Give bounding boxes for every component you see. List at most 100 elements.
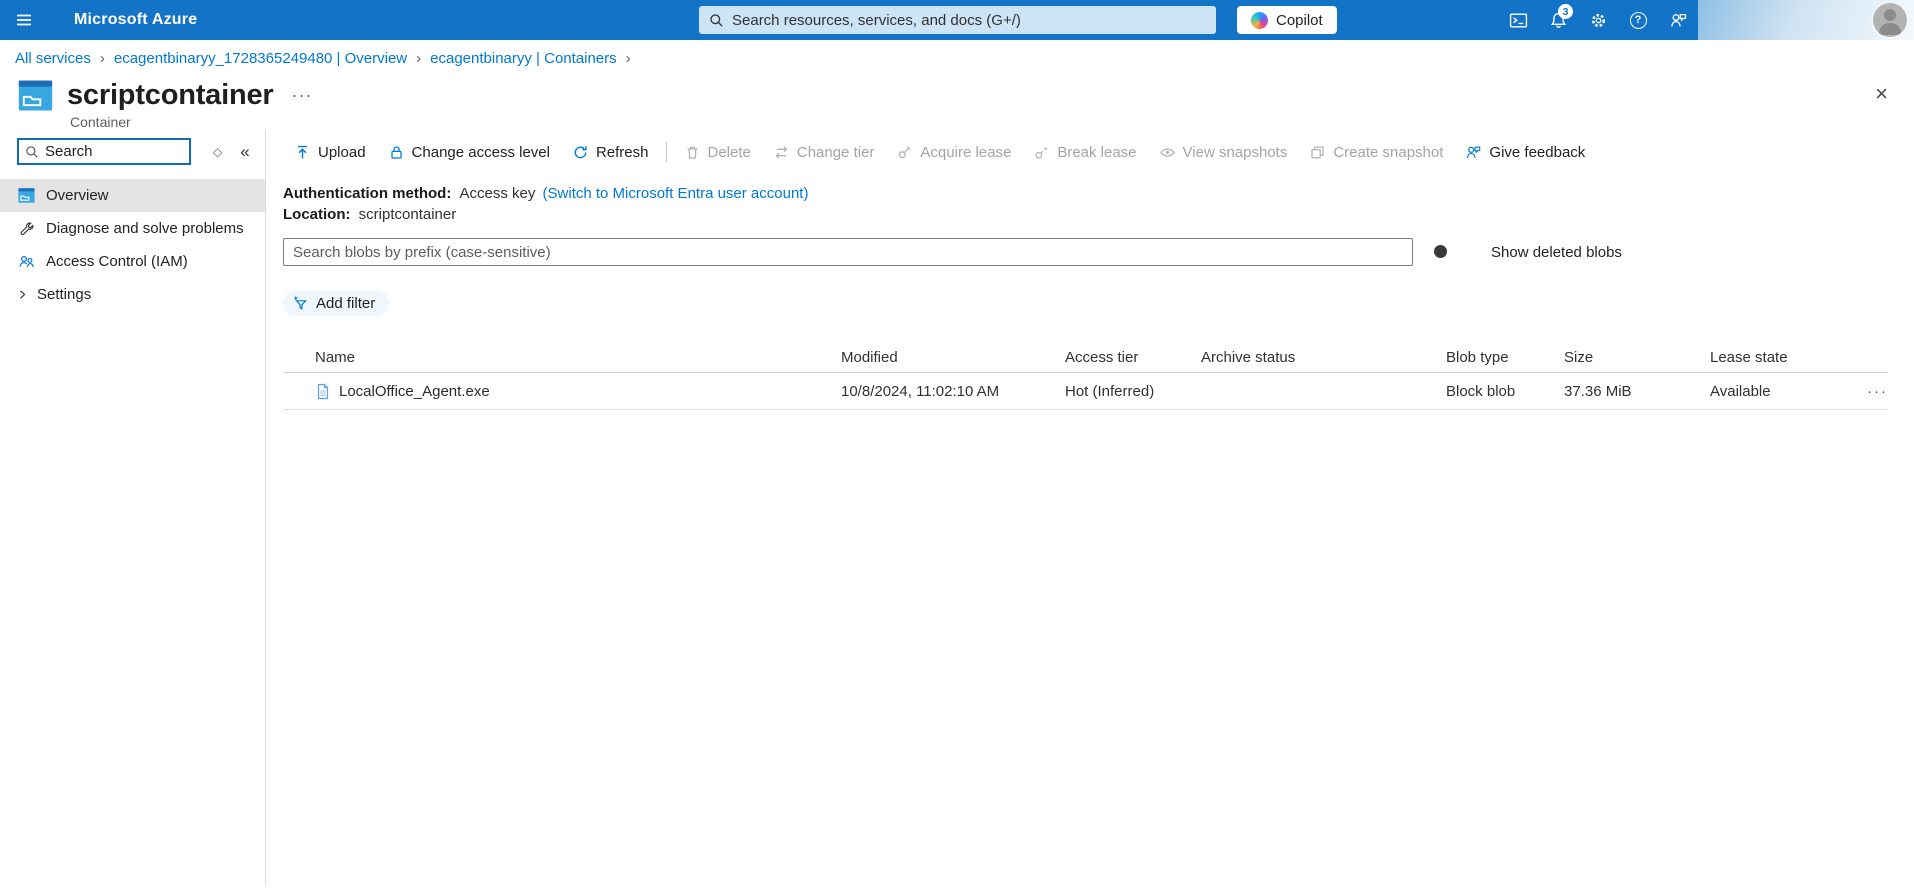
breadcrumb-separator: › — [99, 50, 105, 67]
blob-prefix-search[interactable] — [283, 238, 1413, 266]
diamond-icon: ◇ — [213, 144, 223, 159]
column-header-modified[interactable]: Modified — [841, 349, 1065, 366]
global-search[interactable] — [699, 6, 1216, 34]
cell-access-tier: Hot (Inferred) — [1065, 382, 1155, 400]
page-header: scriptcontainer ··· Container × — [0, 73, 1914, 130]
column-header-size[interactable]: Size — [1564, 349, 1710, 366]
blob-table: Name Modified Access tier Archive status… — [283, 343, 1888, 410]
toolbar-divider — [665, 142, 667, 162]
auth-method-value: Access key — [459, 185, 536, 202]
help-icon[interactable]: ? — [1618, 0, 1658, 40]
global-search-input[interactable] — [732, 11, 1206, 29]
close-icon[interactable]: × — [1875, 83, 1888, 105]
notification-badge: 3 — [1558, 4, 1573, 19]
add-filter-icon — [294, 296, 307, 310]
breadcrumb-separator: › — [625, 50, 631, 67]
cell-size: 37.36 MiB — [1564, 382, 1632, 400]
change-access-level-button[interactable]: Change access level — [377, 138, 561, 166]
acquire-lease-button: Acquire lease — [885, 138, 1022, 166]
breadcrumb-containers[interactable]: ecagentbinaryy | Containers — [430, 50, 617, 67]
show-deleted-blobs-toggle[interactable] — [1431, 241, 1478, 263]
break-lease-button: Break lease — [1022, 138, 1147, 166]
delete-button: Delete — [673, 138, 762, 166]
feedback-icon[interactable] — [1658, 0, 1698, 40]
cell-modified: 10/8/2024, 11:02:10 AM — [841, 382, 1000, 400]
breadcrumb-all-services[interactable]: All services — [15, 50, 91, 67]
snapshot-icon — [1309, 144, 1326, 161]
notifications-bell-icon[interactable]: 3 — [1538, 0, 1578, 40]
container-icon — [17, 188, 36, 203]
search-icon — [26, 145, 38, 158]
location-label: Location: — [283, 206, 351, 223]
table-row[interactable]: LocalOffice_Agent.exe 10/8/2024, 11:02:1… — [283, 373, 1888, 410]
feedback-person-icon — [1465, 144, 1482, 161]
copilot-button[interactable]: Copilot — [1237, 6, 1337, 34]
brand-title[interactable]: Microsoft Azure — [74, 11, 197, 29]
breadcrumb-storage-account[interactable]: ecagentbinaryy_1728365249480 | Overview — [114, 50, 407, 67]
sidebar-search-input[interactable] — [45, 143, 183, 160]
file-icon — [317, 383, 329, 399]
location-value: scriptcontainer — [358, 206, 457, 223]
title-more-icon[interactable]: ··· — [288, 85, 317, 106]
lease-icon — [896, 144, 913, 161]
sidebar-item-label: Diagnose and solve problems — [46, 220, 244, 237]
copilot-icon — [1251, 11, 1268, 29]
blob-name-link[interactable]: LocalOffice_Agent.exe — [339, 383, 490, 400]
cell-lease-state: Available — [1710, 382, 1771, 400]
column-header-name[interactable]: Name — [315, 349, 841, 366]
sidebar-item-overview[interactable]: Overview — [0, 179, 265, 212]
column-header-lease-state[interactable]: Lease state — [1710, 349, 1830, 366]
page-title: scriptcontainer — [67, 79, 274, 111]
add-filter-label: Add filter — [316, 295, 376, 312]
column-header-archive-status[interactable]: Archive status — [1201, 349, 1446, 366]
cloud-shell-icon[interactable] — [1498, 0, 1538, 40]
refresh-button[interactable]: Refresh — [561, 138, 660, 166]
meta-info: Authentication method: Access key (Switc… — [283, 183, 1888, 225]
breadcrumb-separator: › — [416, 50, 422, 67]
eye-icon — [1159, 144, 1176, 161]
avatar[interactable] — [1873, 3, 1907, 37]
break-lease-icon — [1033, 144, 1050, 161]
upload-icon — [294, 144, 311, 161]
search-icon — [710, 13, 723, 27]
page-subtitle: Container — [70, 114, 131, 130]
swap-arrows-icon — [773, 144, 790, 161]
sidebar-group-settings[interactable]: Settings — [0, 278, 265, 311]
copilot-label: Copilot — [1276, 11, 1323, 29]
collapse-sidebar-icon[interactable]: « — [240, 142, 249, 162]
add-filter-button[interactable]: Add filter — [283, 291, 390, 316]
sidebar: ◇ « Overview Diagnose and solve problems… — [0, 130, 266, 885]
column-header-blob-type[interactable]: Blob type — [1446, 349, 1564, 366]
sidebar-item-access-control[interactable]: Access Control (IAM) — [0, 245, 265, 278]
row-checkbox[interactable] — [283, 382, 301, 400]
wrench-icon — [17, 221, 36, 237]
column-header-access-tier[interactable]: Access tier — [1065, 349, 1201, 366]
sidebar-item-label: Overview — [46, 187, 109, 204]
chevron-right-icon — [20, 290, 26, 299]
settings-gear-icon[interactable] — [1578, 0, 1618, 40]
iam-people-icon — [17, 253, 36, 270]
row-more-icon[interactable]: ··· — [1830, 383, 1888, 400]
switch-auth-link[interactable]: (Switch to Microsoft Entra user account) — [543, 185, 809, 202]
hamburger-menu-icon[interactable] — [0, 0, 48, 40]
breadcrumb: All services › ecagentbinaryy_1728365249… — [0, 40, 1914, 73]
create-snapshot-button: Create snapshot — [1298, 138, 1454, 166]
change-tier-button: Change tier — [762, 138, 886, 166]
upload-button[interactable]: Upload — [283, 138, 377, 166]
content: Upload Change access level Refresh Delet… — [266, 130, 1914, 885]
cell-blob-type: Block blob — [1446, 382, 1516, 400]
view-snapshots-button: View snapshots — [1148, 138, 1299, 166]
sidebar-search[interactable] — [17, 138, 191, 165]
auth-method-label: Authentication method: — [283, 185, 452, 202]
refresh-icon — [572, 144, 589, 161]
table-header-row: Name Modified Access tier Archive status… — [283, 343, 1888, 373]
azure-topbar: Microsoft Azure Copilot 3 ? — [0, 0, 1914, 40]
show-deleted-blobs-label: Show deleted blobs — [1491, 243, 1622, 261]
sidebar-item-diagnose[interactable]: Diagnose and solve problems — [0, 212, 265, 245]
sidebar-group-label: Settings — [37, 286, 92, 303]
give-feedback-button[interactable]: Give feedback — [1454, 138, 1596, 166]
command-toolbar: Upload Change access level Refresh Delet… — [283, 136, 1888, 168]
trash-icon — [684, 144, 701, 161]
blob-prefix-search-input[interactable] — [293, 243, 1403, 261]
container-icon — [18, 80, 53, 111]
